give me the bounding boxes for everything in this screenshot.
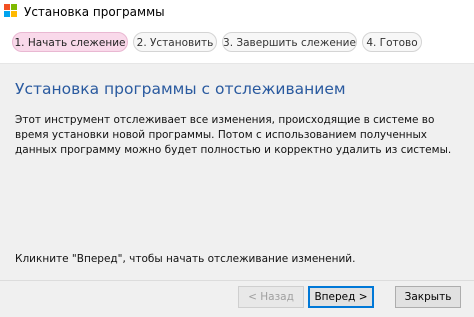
next-hint: Кликните "Вперед", чтобы начать отслежив…: [15, 253, 356, 265]
button-bar: < Назад Вперед > Закрыть: [0, 280, 474, 317]
step-done: 4. Готово: [362, 32, 422, 52]
windows-logo-icon: [4, 4, 18, 18]
step-install: 2. Установить: [133, 32, 217, 52]
page-heading: Установка программы с отслеживанием: [15, 80, 346, 98]
back-button[interactable]: < Назад: [238, 286, 304, 308]
wizard-content: Установка программы с отслеживанием Этот…: [0, 64, 474, 280]
wizard-steps: 1. Начать слежение 2. Установить 3. Заве…: [0, 26, 474, 62]
close-button[interactable]: Закрыть: [395, 286, 461, 308]
step-start-tracking: 1. Начать слежение: [12, 32, 128, 52]
page-description: Этот инструмент отслеживает все изменени…: [15, 114, 452, 156]
step-finish-tracking: 3. Завершить слежение: [222, 32, 357, 52]
window-title: Установка программы: [24, 5, 165, 19]
title-bar: Установка программы: [0, 0, 474, 24]
next-button[interactable]: Вперед >: [308, 286, 374, 308]
